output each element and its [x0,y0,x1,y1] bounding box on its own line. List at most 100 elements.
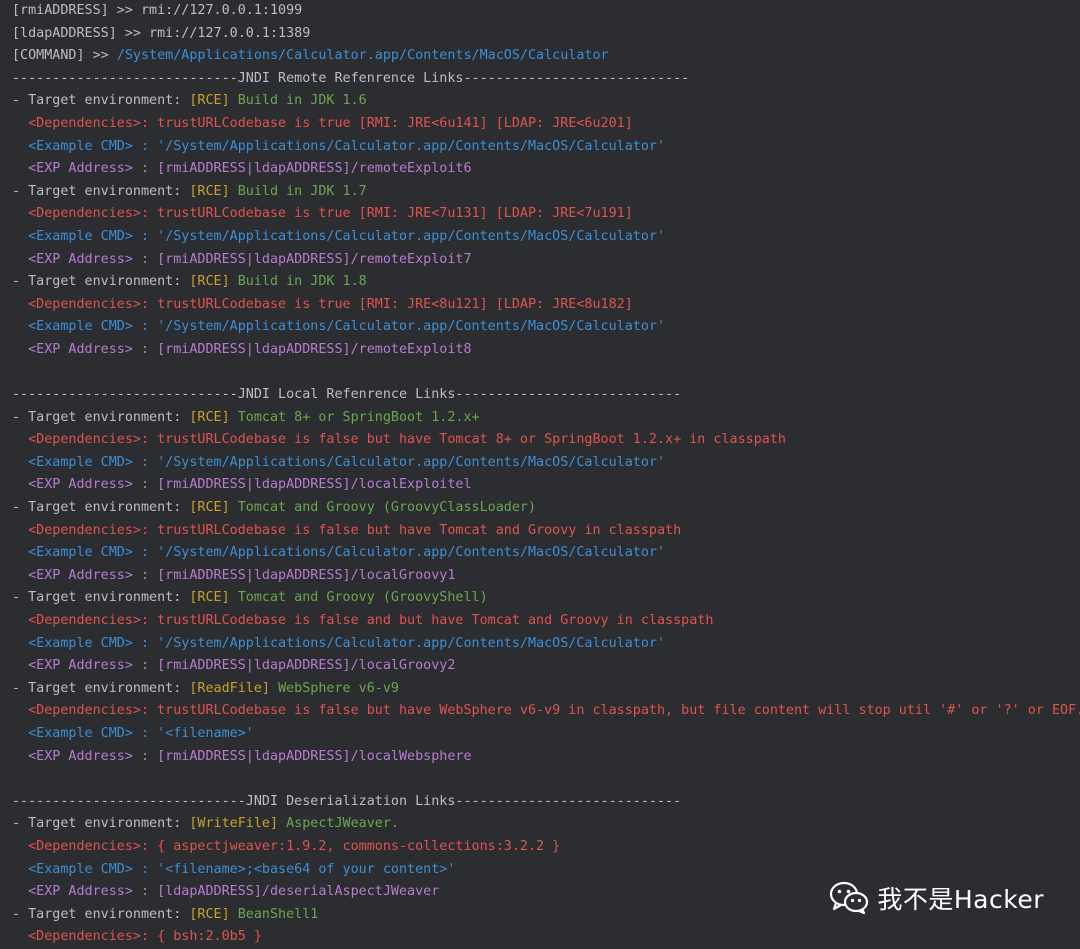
terminal-text-segment: [rmiADDRESS] >> rmi://127.0.0.1:1099 [12,3,303,18]
terminal-line: - Target environment: [WriteFile] Aspect… [12,813,1080,836]
terminal-line: [ldapADDRESS] >> rmi://127.0.0.1:1389 [12,23,1080,46]
terminal-text-segment: - Target environment: [12,816,190,832]
terminal-line: - Target environment: [RCE] Tomcat 8+ or… [12,407,1080,430]
terminal-line: ----------------------------JNDI Remote … [12,68,1080,91]
terminal-text-segment: [RCE] [189,906,238,922]
terminal-text-segment: [RCE] [189,409,238,425]
terminal-line: <EXP Address> : [rmiADDRESS|ldapADDRESS]… [12,158,1080,181]
terminal-text-segment: [ldapADDRESS] >> rmi://127.0.0.1:1389 [12,25,311,41]
terminal-text-segment: [RCE] [189,93,238,109]
terminal-text-segment: [RCE] [189,274,238,290]
wechat-icon [829,881,869,915]
terminal-text-segment: - Target environment: [12,500,190,516]
terminal-text-segment: <EXP Address> : [rmiADDRESS|ldapADDRESS]… [12,567,456,583]
terminal-text-segment: BeanShell1 [237,906,319,922]
terminal-text-segment: <EXP Address> : [rmiADDRESS|ldapADDRESS]… [12,161,472,177]
terminal-line: [COMMAND] >> /System/Applications/Calcul… [12,45,1080,68]
terminal-line: <EXP Address> : [rmiADDRESS|ldapADDRESS]… [12,474,1080,497]
terminal-text-segment: <EXP Address> : [ldapADDRESS]/deserialAs… [12,884,440,900]
terminal-text-segment: Build in JDK 1.6 [237,93,367,109]
terminal-text-segment: ----------------------------JNDI Remote … [12,70,690,86]
terminal-text-segment: <Dependencies>: trustURLCodebase is true… [12,296,633,312]
terminal-line: <Example CMD> : '/System/Applications/Ca… [12,452,1080,475]
terminal-text-segment: Tomcat and Groovy (GroovyClassLoader) [237,500,537,516]
terminal-text-segment: ----------------------------JNDI Local R… [12,387,682,403]
terminal-text-segment: <Example CMD> : '<filename>' [12,726,254,741]
terminal-text-segment: <Dependencies>: trustURLCodebase is true… [12,115,633,131]
terminal-line: <EXP Address> : [rmiADDRESS|ldapADDRESS]… [12,339,1080,362]
terminal-text-segment: <Example CMD> : '/System/Applications/Ca… [12,635,666,651]
terminal-line: -----------------------------JNDI Deseri… [12,791,1080,814]
terminal-text-segment: [RCE] [189,183,238,199]
terminal-text-segment: <Example CMD> : '/System/Applications/Ca… [12,319,666,335]
terminal-text-segment: <Example CMD> : '/System/Applications/Ca… [12,454,666,470]
terminal-text-segment: - Target environment: [12,274,190,290]
terminal-text-segment: Build in JDK 1.8 [237,274,367,290]
terminal-text-segment: <Dependencies>: { bsh:2.0b5 } [12,929,262,945]
terminal-line: <EXP Address> : [rmiADDRESS|ldapADDRESS]… [12,746,1080,769]
terminal-line: <Example CMD> : '/System/Applications/Ca… [12,316,1080,339]
terminal-text-segment: AspectJWeaver. [286,816,399,832]
watermark-text: 我不是Hacker [877,885,1044,914]
terminal-line: - Target environment: [ReadFile] WebSphe… [12,678,1080,701]
terminal-text-segment: -----------------------------JNDI Deseri… [12,793,682,809]
terminal-line: - Target environment: [RCE] Build in JDK… [12,271,1080,294]
terminal-line: <Dependencies>: trustURLCodebase is true… [12,203,1080,226]
terminal-text-segment: <EXP Address> : [rmiADDRESS|ldapADDRESS]… [12,341,472,357]
terminal-text-segment: <EXP Address> : [rmiADDRESS|ldapADDRESS]… [12,658,456,674]
terminal-text-segment: - Target environment: [12,680,190,696]
terminal-line: <Example CMD> : '/System/Applications/Ca… [12,226,1080,249]
terminal-line: <EXP Address> : [rmiADDRESS|ldapADDRESS]… [12,655,1080,678]
terminal-text-segment: - Target environment: [12,409,190,425]
terminal-line: - Target environment: [RCE] Build in JDK… [12,181,1080,204]
terminal-text-segment: <Dependencies>: trustURLCodebase is fals… [12,703,1080,719]
terminal-text-segment: /System/Applications/Calculator.app/Cont… [116,48,609,64]
terminal-text-segment: [RCE] [189,590,238,606]
terminal-line: [rmiADDRESS] >> rmi://127.0.0.1:1099 [12,0,1080,23]
terminal-line: - Target environment: [RCE] Tomcat and G… [12,587,1080,610]
terminal-line: <Dependencies>: { aspectjweaver:1.9.2, c… [12,836,1080,859]
terminal-text-segment: [ReadFile] [189,680,279,696]
terminal-text-segment: [WriteFile] [189,816,287,832]
terminal-line: <Dependencies>: trustURLCodebase is fals… [12,610,1080,633]
terminal-text-segment: <Dependencies>: { aspectjweaver:1.9.2, c… [12,838,561,854]
terminal-text-segment: <Example CMD> : '/System/Applications/Ca… [12,545,666,561]
terminal-line: <Dependencies>: trustURLCodebase is fals… [12,429,1080,452]
terminal-text-segment: <Dependencies>: trustURLCodebase is fals… [12,522,682,538]
terminal-text-segment: WebSphere v6-v9 [278,680,399,696]
terminal-line: <Dependencies>: trustURLCodebase is fals… [12,520,1080,543]
terminal-text-segment: - Target environment: [12,183,190,199]
terminal-line: <Example CMD> : '<filename>;<base64 of y… [12,859,1080,882]
terminal-line: <Example CMD> : '/System/Applications/Ca… [12,633,1080,656]
terminal-line: <EXP Address> : [rmiADDRESS|ldapADDRESS]… [12,249,1080,272]
terminal-output: [rmiADDRESS] >> rmi://127.0.0.1:1099 [lda… [12,0,1080,949]
terminal-line: ----------------------------JNDI Local R… [12,384,1080,407]
terminal-line: <Example CMD> : '/System/Applications/Ca… [12,542,1080,565]
terminal-text-segment: <Dependencies>: trustURLCodebase is fals… [12,613,714,629]
terminal-text-segment: <Example CMD> : '/System/Applications/Ca… [12,138,666,154]
terminal-text-segment: Build in JDK 1.7 [237,183,367,199]
terminal-text-segment: <Example CMD> : '<filename>;<base64 of y… [12,861,456,877]
terminal-line: <Dependencies>: trustURLCodebase is fals… [12,700,1080,723]
terminal-text-segment: <Dependencies>: trustURLCodebase is true… [12,206,633,222]
terminal-line: <Example CMD> : '<filename>' [12,723,1080,746]
terminal-line: - Target environment: [RCE] Tomcat and G… [12,497,1080,520]
terminal-text-segment: <EXP Address> : [rmiADDRESS|ldapADDRESS]… [12,477,472,493]
terminal-text-segment: Tomcat 8+ or SpringBoot 1.2.x+ [237,409,480,425]
terminal-text-segment: Tomcat and Groovy (GroovyShell) [237,590,488,606]
terminal-text-segment: - Target environment: [12,906,190,922]
terminal-text-segment: <EXP Address> : [rmiADDRESS|ldapADDRESS]… [12,251,472,267]
terminal-line: <Example CMD> : '/System/Applications/Ca… [12,136,1080,159]
terminal-text-segment: <EXP Address> : [rmiADDRESS|ldapADDRESS]… [12,748,472,764]
terminal-line: <EXP Address> : [rmiADDRESS|ldapADDRESS]… [12,565,1080,588]
terminal-line: <Dependencies>: trustURLCodebase is true… [12,113,1080,136]
terminal-line: - Target environment: [RCE] Build in JDK… [12,90,1080,113]
terminal-text-segment: - Target environment: [12,93,190,109]
terminal-text-segment: [COMMAND] >> [12,48,117,64]
terminal-text-segment: <Example CMD> : '/System/Applications/Ca… [12,228,666,244]
watermark: 我不是Hacker [829,880,1044,916]
terminal-line: <Dependencies>: trustURLCodebase is true… [12,294,1080,317]
terminal-text-segment: <Dependencies>: trustURLCodebase is fals… [12,432,786,448]
